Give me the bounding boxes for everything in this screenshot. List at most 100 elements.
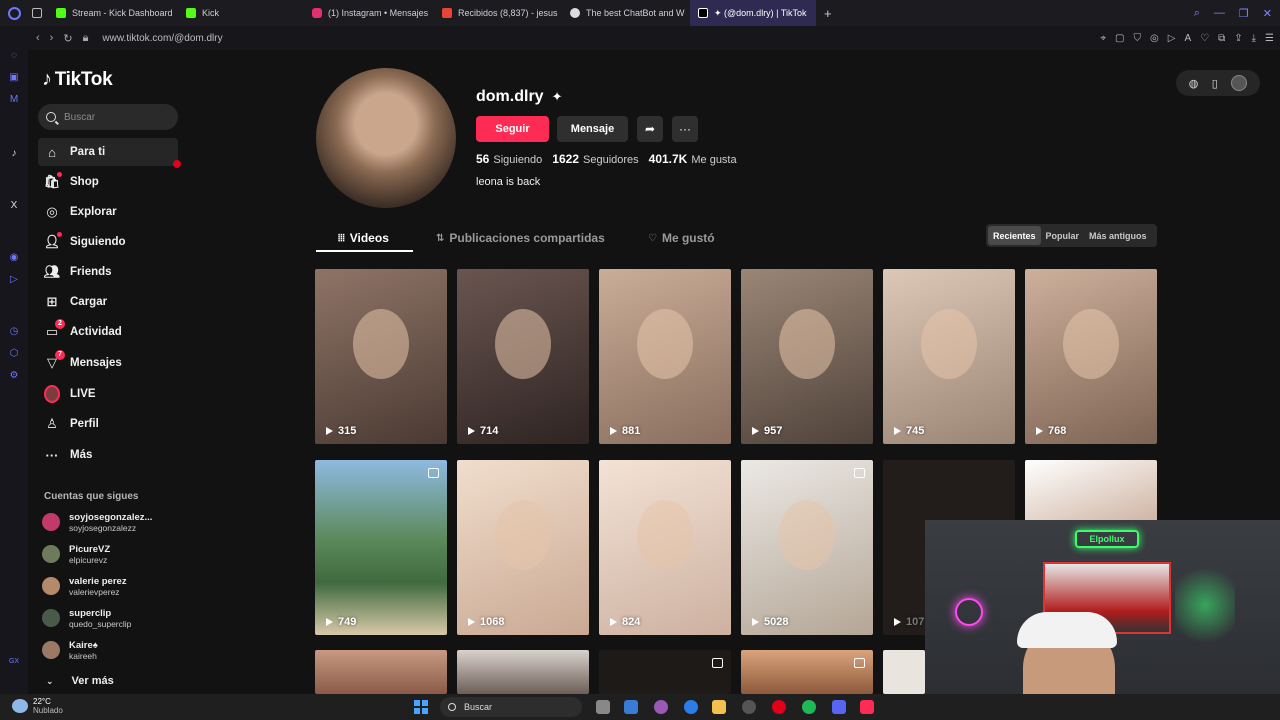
message-button[interactable]: Mensaje — [557, 116, 628, 142]
maximize-icon[interactable]: ❐ — [1239, 7, 1249, 20]
sort-recent[interactable]: Recientes — [988, 226, 1041, 245]
taskbar-search[interactable]: Buscar — [440, 697, 582, 717]
share-icon[interactable]: ⇪ — [1234, 33, 1242, 44]
compass-icon[interactable]: ◍ — [1189, 77, 1199, 90]
pin-icon[interactable]: ⌖ — [1100, 33, 1106, 44]
tiktok-logo[interactable]: ♪ TikTok — [42, 68, 113, 91]
new-tab-button[interactable]: + — [816, 6, 840, 21]
x-icon[interactable]: X — [8, 200, 20, 212]
video-thumbnail[interactable]: 768 — [1025, 269, 1157, 444]
copilot-icon[interactable] — [654, 700, 668, 714]
settings-icon[interactable]: ⚙ — [8, 370, 20, 382]
back-icon[interactable]: ‹ — [36, 32, 40, 45]
heart-icon[interactable]: ♡ — [1200, 33, 1209, 44]
reload-icon[interactable]: ↻ — [63, 32, 72, 45]
shield-icon[interactable]: ⛉ — [1134, 33, 1142, 44]
sort-popular[interactable]: Popular — [1041, 226, 1085, 245]
history-icon[interactable]: ◌ — [8, 50, 20, 62]
tab-kick-dashboard[interactable]: Stream - Kick Dashboard — [48, 0, 178, 26]
menu-item-para-ti[interactable]: ⌂ Para ti — [38, 138, 178, 166]
phone-icon[interactable]: ▯ — [1212, 77, 1218, 90]
vpn-icon[interactable]: ◎ — [1150, 33, 1159, 44]
menu-item-actividad[interactable]: ▭ 2 Actividad — [38, 318, 178, 346]
menu-item-explorar[interactable]: ◎ Explorar — [38, 198, 178, 226]
forward-icon[interactable]: › — [50, 32, 54, 45]
spotify-icon[interactable] — [802, 700, 816, 714]
tab-tiktok[interactable]: ✦ (@dom.dlry) | TikTok — [690, 0, 816, 26]
cast-icon[interactable]: ▷ — [1168, 33, 1176, 44]
url-field[interactable]: www.tiktok.com/@dom.dlry — [102, 33, 222, 44]
video-thumbnail[interactable] — [883, 650, 925, 694]
search-tabs-icon[interactable]: ⌕ — [1194, 7, 1200, 20]
video-thumbnail[interactable] — [315, 650, 447, 694]
video-thumbnail[interactable] — [599, 650, 731, 694]
tab-videos[interactable]: ⦙⦙⦙ Videos — [338, 224, 389, 252]
menu-item-siguiendo[interactable]: 👤︎ Siguiendo — [38, 228, 178, 256]
following-stat[interactable]: 56 Siguiendo — [476, 152, 542, 166]
file-explorer-icon[interactable] — [712, 700, 726, 714]
video-thumbnail[interactable]: 881 — [599, 269, 731, 444]
tab-reposts[interactable]: ⇅ Publicaciones compartidas — [436, 224, 605, 252]
video-thumbnail[interactable]: 1068 — [457, 460, 589, 635]
tab-kick[interactable]: Kick — [178, 0, 304, 26]
video-thumbnail[interactable] — [457, 650, 589, 694]
task-view-icon[interactable] — [596, 700, 610, 714]
video-thumbnail[interactable]: 714 — [457, 269, 589, 444]
sort-oldest[interactable]: Más antiguos — [1084, 226, 1152, 245]
messenger-icon[interactable]: ▣ — [8, 72, 20, 84]
tiktok-rail-icon[interactable]: ♪ — [8, 148, 20, 160]
tab-workspace[interactable] — [28, 0, 48, 26]
translate-icon[interactable]: A — [1184, 33, 1191, 44]
clock-icon[interactable]: ◷ — [8, 326, 20, 338]
tab-instagram[interactable]: (1) Instagram • Mensajes — [304, 0, 434, 26]
weather-widget[interactable]: 22°C Nublado — [12, 697, 63, 715]
share-button[interactable]: ➦ — [637, 116, 663, 142]
snapshot-icon[interactable]: ▢ — [1115, 33, 1124, 44]
opera-logo-icon[interactable] — [0, 0, 28, 26]
tab-liked[interactable]: ♡ Me gustó — [648, 224, 715, 252]
video-thumbnail[interactable]: 745 — [883, 269, 1015, 444]
close-icon[interactable]: ✕ — [1263, 7, 1272, 20]
tiktok-app-icon[interactable] — [860, 700, 874, 714]
menu-icon[interactable]: ☰ — [1265, 33, 1274, 44]
video-thumbnail[interactable]: 5028 — [741, 460, 873, 635]
opera-gx-icon[interactable] — [772, 700, 786, 714]
box-icon[interactable]: ⬡ — [8, 348, 20, 360]
download-icon[interactable]: ⤓ — [1252, 33, 1256, 44]
followers-stat[interactable]: 1622 Seguidores — [552, 152, 638, 166]
user-avatar[interactable] — [1231, 75, 1248, 91]
github-icon[interactable] — [742, 700, 756, 714]
minimize-icon[interactable]: — — [1214, 7, 1225, 19]
gmail-rail-icon[interactable]: M — [8, 94, 20, 106]
video-thumbnail[interactable]: 315 — [315, 269, 447, 444]
start-button[interactable] — [414, 700, 428, 714]
profile-avatar[interactable] — [316, 68, 456, 208]
menu-item-live[interactable]: LIVE — [38, 380, 178, 408]
following-account[interactable]: PicureVZ elpicurevz — [42, 540, 182, 568]
following-account[interactable]: valerie perez valerievperez — [42, 572, 182, 600]
discord-icon[interactable] — [832, 700, 846, 714]
following-account[interactable]: Kaire♠ kaireeh — [42, 636, 182, 664]
store-icon[interactable] — [624, 700, 638, 714]
menu-item-cargar[interactable]: ⊞ Cargar — [38, 288, 178, 316]
see-more-button[interactable]: ⌄ Ver más — [46, 675, 114, 687]
more-options-button[interactable]: ··· — [672, 116, 698, 142]
extensions-icon[interactable]: ⧉ — [1218, 33, 1225, 44]
player-icon[interactable]: ◉ — [8, 252, 20, 264]
follow-button[interactable]: Seguir — [476, 116, 549, 142]
video-thumbnail[interactable]: 824 — [599, 460, 731, 635]
search-input[interactable]: Buscar — [38, 104, 178, 130]
video-thumbnail[interactable] — [741, 650, 873, 694]
edge-icon[interactable] — [684, 700, 698, 714]
following-account[interactable]: superclip quedo_superclip — [42, 604, 182, 632]
play-icon[interactable]: ▷ — [8, 274, 20, 286]
menu-item-shop[interactable]: 🛍︎ Shop — [38, 168, 178, 196]
video-thumbnail[interactable]: 749 — [315, 460, 447, 635]
following-account[interactable]: soyjosegonzalez... soyjosegonzalezz — [42, 508, 182, 536]
menu-item-mas[interactable]: ··· Más — [38, 441, 178, 469]
menu-item-mensajes[interactable]: ▽ 7 Mensajes — [38, 349, 178, 377]
menu-item-perfil[interactable]: ♙ Perfil — [38, 410, 178, 438]
video-thumbnail[interactable]: 957 — [741, 269, 873, 444]
tab-gmail[interactable]: Recibidos (8,837) - jesus — [434, 0, 562, 26]
gx-icon[interactable]: GX — [8, 656, 20, 668]
